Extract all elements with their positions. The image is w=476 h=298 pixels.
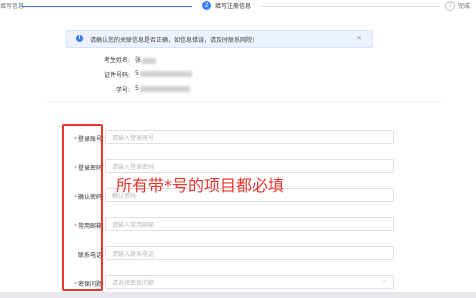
candidate-name-value: 张 <box>135 55 157 64</box>
section-divider <box>46 102 442 103</box>
step-2-indicator: 2 <box>202 1 211 10</box>
alert-message: 请确认您的关联信息是否正确，如信息错误，请及时联系网院! <box>90 37 255 44</box>
student-number-value: 5 <box>135 85 190 92</box>
required-fields-highlight <box>62 124 103 291</box>
registration-panel: 填写信息 2 填写注册信息 3 完成 i 请确认您的关联信息是否正确，如信息错误… <box>0 0 476 292</box>
id-number-label: 证件号码: <box>103 72 130 79</box>
step-line-done <box>22 6 192 7</box>
info-icon: i <box>76 35 83 42</box>
step-line-todo <box>260 6 440 7</box>
info-alert: i 请确认您的关联信息是否正确，如信息错误，请及时联系网院! × <box>66 30 373 48</box>
step-3-indicator: 3 <box>445 1 455 11</box>
candidate-name-label: 考生姓名: <box>103 57 130 64</box>
login-password-input[interactable]: 请输入登录密码 <box>105 159 394 173</box>
phone-input[interactable]: 请输入联系电话 <box>105 246 394 260</box>
step-3-label: 完成 <box>458 3 471 10</box>
id-number-value: 5 <box>135 70 192 77</box>
step-2-label: 填写注册信息 <box>215 3 252 10</box>
login-account-input[interactable]: 请输入登录账号 <box>105 130 394 144</box>
chevron-down-icon: ⌄ <box>381 277 387 284</box>
bottom-bar <box>0 292 476 298</box>
step-1-label: 填写信息 <box>0 3 25 10</box>
required-fields-annotation: 所有带*号的项目都必填 <box>116 176 285 195</box>
student-number-label: 学号: <box>115 87 130 94</box>
close-icon[interactable]: × <box>356 34 362 42</box>
security-question-select[interactable]: 请选择密保问题 ⌄ <box>105 275 394 289</box>
email-input[interactable]: 请输入常用邮箱 <box>105 217 394 231</box>
